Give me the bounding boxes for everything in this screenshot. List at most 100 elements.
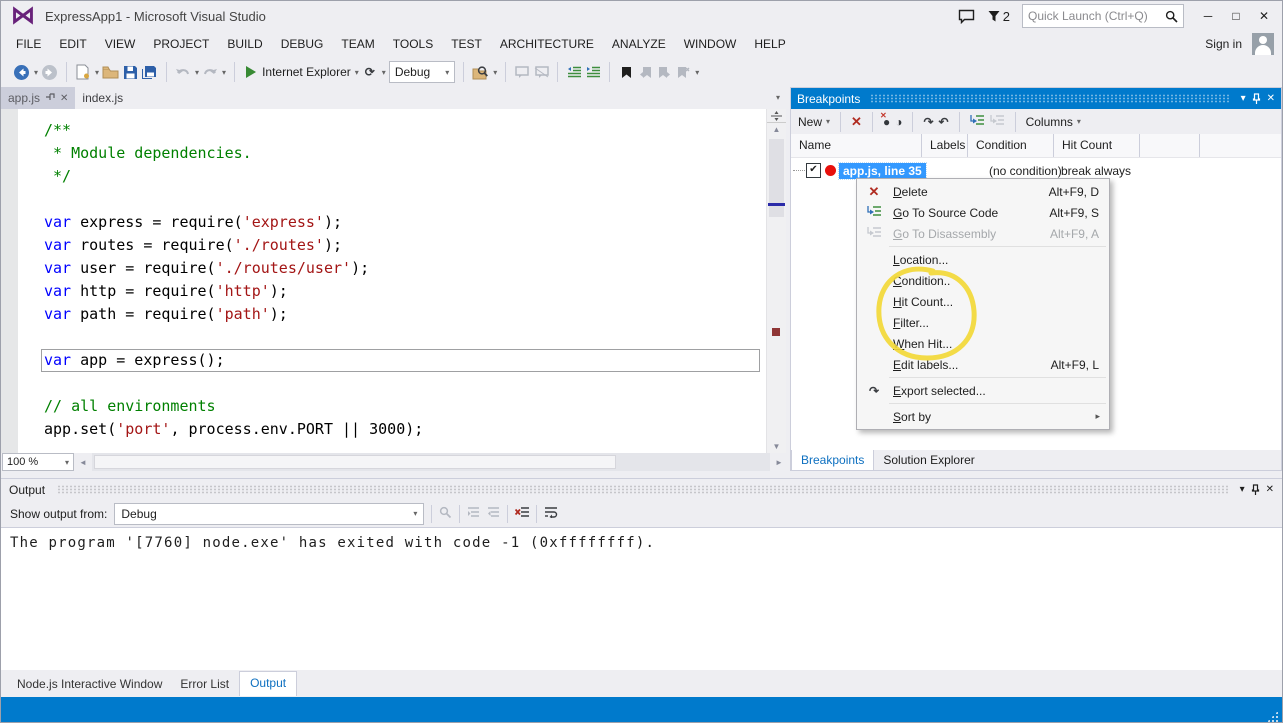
resize-grip[interactable] bbox=[1267, 711, 1278, 722]
code-line[interactable]: app.set('port', process.env.PORT || 3000… bbox=[44, 418, 767, 441]
output-text[interactable]: The program '[7760] node.exe' has exited… bbox=[1, 527, 1282, 670]
code-line[interactable]: var routes = require('./routes'); bbox=[44, 234, 767, 257]
column-header-name[interactable]: Name bbox=[791, 134, 922, 157]
toggle-all-breakpoints-icon[interactable]: ◑ bbox=[895, 115, 902, 129]
sign-in-link[interactable]: Sign in bbox=[1205, 37, 1242, 51]
refresh-icon[interactable]: ⟳ bbox=[362, 63, 378, 81]
save-all-icon[interactable] bbox=[141, 63, 158, 81]
menu-window[interactable]: WINDOW bbox=[675, 32, 746, 56]
code-line[interactable]: var path = require('path'); bbox=[44, 303, 767, 326]
breakpoint-checkbox[interactable]: ✔ bbox=[806, 163, 821, 178]
editor-horizontal-scrollbar[interactable] bbox=[92, 453, 770, 471]
code-line[interactable]: // all environments bbox=[44, 395, 767, 418]
refresh-caret[interactable]: ▾ bbox=[382, 68, 386, 77]
feedback-icon[interactable] bbox=[958, 7, 976, 25]
split-editor-handle[interactable] bbox=[767, 109, 786, 123]
tab-close-icon[interactable]: ✕ bbox=[60, 93, 68, 104]
scroll-down-arrow[interactable]: ▼ bbox=[767, 440, 786, 453]
browser-target-caret[interactable]: ▾ bbox=[355, 68, 359, 77]
menu-architecture[interactable]: ARCHITECTURE bbox=[491, 32, 603, 56]
menu-analyze[interactable]: ANALYZE bbox=[603, 32, 675, 56]
menu-item-delete[interactable]: ✕DeleteAlt+F9, D bbox=[857, 181, 1109, 202]
code-line[interactable] bbox=[44, 372, 767, 395]
clear-bookmarks-icon[interactable] bbox=[675, 63, 691, 81]
code-line[interactable]: */ bbox=[44, 165, 767, 188]
menu-team[interactable]: TEAM bbox=[332, 32, 383, 56]
export-breakpoints-icon[interactable]: ↷ bbox=[923, 115, 933, 129]
code-line[interactable] bbox=[44, 326, 767, 349]
breakpoint-name[interactable]: app.js, line 35 bbox=[839, 163, 926, 179]
tab-list-caret[interactable]: ▾ bbox=[776, 93, 780, 102]
bottom-tab-output[interactable]: Output bbox=[239, 671, 297, 696]
decrease-indent-icon[interactable] bbox=[566, 63, 582, 81]
column-header-labels[interactable]: Labels bbox=[922, 134, 968, 157]
scroll-right-arrow[interactable]: ► bbox=[772, 458, 786, 467]
undo-icon[interactable] bbox=[175, 63, 191, 81]
code-text[interactable]: /** * Module dependencies. */var express… bbox=[1, 119, 767, 441]
output-pin-icon[interactable] bbox=[1251, 484, 1260, 496]
bottom-tab-error-list[interactable]: Error List bbox=[172, 672, 237, 696]
menu-file[interactable]: FILE bbox=[7, 32, 50, 56]
panel-close-icon[interactable]: ✕ bbox=[1267, 93, 1275, 104]
go-to-disassembly-toolbar-icon[interactable] bbox=[990, 114, 1005, 130]
columns-button[interactable]: Columns ▾ bbox=[1026, 115, 1081, 129]
scroll-up-arrow[interactable]: ▲ bbox=[767, 123, 786, 136]
find-caret[interactable]: ▾ bbox=[493, 68, 497, 77]
panel-drag-grip[interactable] bbox=[870, 94, 1230, 103]
increase-indent-icon[interactable] bbox=[585, 63, 601, 81]
new-file-caret[interactable]: ▾ bbox=[95, 68, 99, 77]
next-bookmark-icon[interactable] bbox=[656, 63, 672, 81]
horizontal-scroll-thumb[interactable] bbox=[94, 455, 616, 469]
zoom-select[interactable]: 100 % ▾ bbox=[2, 453, 74, 471]
browser-target-label[interactable]: Internet Explorer bbox=[262, 65, 351, 79]
output-source-select[interactable]: Debug ▾ bbox=[114, 503, 424, 525]
menu-item-go-to-source-code[interactable]: Go To Source CodeAlt+F9, S bbox=[857, 202, 1109, 223]
scroll-left-arrow[interactable]: ◄ bbox=[76, 458, 90, 467]
editor-vertical-scrollbar[interactable]: ▲ ▼ bbox=[766, 109, 786, 453]
output-titlebar[interactable]: Output ▾ ✕ bbox=[1, 479, 1282, 500]
new-breakpoint-button[interactable]: New ▾ bbox=[798, 115, 830, 129]
notifications-filter[interactable]: 2 bbox=[988, 9, 1010, 24]
save-icon[interactable] bbox=[122, 63, 138, 81]
menu-test[interactable]: TEST bbox=[442, 32, 491, 56]
bottom-tab-node-js-interactive-window[interactable]: Node.js Interactive Window bbox=[9, 672, 170, 696]
menu-item-edit-labels[interactable]: Edit labels...Alt+F9, L bbox=[857, 354, 1109, 375]
navigate-forward-icon[interactable] bbox=[41, 63, 58, 81]
code-editor[interactable]: /** * Module dependencies. */var express… bbox=[1, 109, 786, 453]
quick-launch-input[interactable]: Quick Launch (Ctrl+Q) bbox=[1022, 4, 1184, 28]
code-line[interactable]: var express = require('express'); bbox=[44, 211, 767, 234]
menu-edit[interactable]: EDIT bbox=[50, 32, 95, 56]
document-tab-app.js[interactable]: app.js✕ bbox=[1, 87, 75, 109]
clear-all-icon[interactable] bbox=[515, 506, 529, 522]
code-line[interactable]: var http = require('http'); bbox=[44, 280, 767, 303]
menu-item-condition[interactable]: Condition.. bbox=[857, 270, 1109, 291]
minimize-button[interactable]: ─ bbox=[1196, 9, 1220, 23]
tab-pin-icon[interactable] bbox=[45, 91, 55, 105]
current-code-line[interactable]: var app = express(); bbox=[41, 349, 760, 372]
code-line[interactable]: * Module dependencies. bbox=[44, 142, 767, 165]
menu-build[interactable]: BUILD bbox=[218, 32, 271, 56]
find-in-files-icon[interactable] bbox=[472, 63, 489, 81]
panel-tab-breakpoints[interactable]: Breakpoints bbox=[791, 450, 874, 470]
menu-item-export-selected[interactable]: ↷Export selected... bbox=[857, 380, 1109, 401]
menu-debug[interactable]: DEBUG bbox=[272, 32, 333, 56]
menu-item-location[interactable]: Location... bbox=[857, 249, 1109, 270]
menu-item-filter[interactable]: Filter... bbox=[857, 312, 1109, 333]
comment-icon[interactable] bbox=[514, 63, 530, 81]
go-to-source-toolbar-icon[interactable] bbox=[970, 114, 985, 130]
menu-view[interactable]: VIEW bbox=[96, 32, 145, 56]
menu-help[interactable]: HELP bbox=[745, 32, 794, 56]
start-debug-icon[interactable] bbox=[243, 63, 259, 81]
output-options-caret[interactable]: ▾ bbox=[1240, 484, 1245, 495]
previous-message-icon[interactable] bbox=[467, 506, 480, 521]
maximize-button[interactable]: □ bbox=[1224, 9, 1248, 23]
navigate-back-caret[interactable]: ▾ bbox=[34, 68, 38, 77]
redo-caret[interactable]: ▾ bbox=[222, 68, 226, 77]
bookmark-caret[interactable]: ▾ bbox=[695, 68, 699, 77]
new-file-icon[interactable] bbox=[75, 63, 91, 81]
output-drag-grip[interactable] bbox=[57, 485, 1228, 494]
column-header-hit-count[interactable]: Hit Count bbox=[1054, 134, 1140, 157]
panel-tab-solution-explorer[interactable]: Solution Explorer bbox=[874, 450, 983, 470]
menu-item-sort-by[interactable]: Sort by▸ bbox=[857, 406, 1109, 427]
menu-item-hit-count[interactable]: Hit Count... bbox=[857, 291, 1109, 312]
